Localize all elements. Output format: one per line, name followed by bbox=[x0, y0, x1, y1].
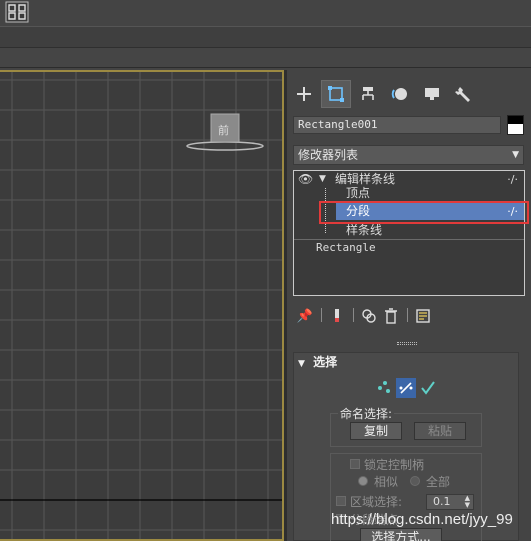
trash-icon bbox=[385, 308, 397, 324]
pin-stack-icon[interactable]: 📌 bbox=[295, 306, 315, 326]
similar-radio[interactable] bbox=[358, 476, 368, 486]
tab-utilities[interactable] bbox=[449, 80, 479, 108]
paste-button[interactable]: 粘贴 bbox=[414, 422, 466, 440]
show-end-result-icon[interactable] bbox=[327, 306, 347, 326]
lock-handles-label: 锁定控制柄 bbox=[364, 458, 425, 472]
stack-row-base-object[interactable]: Rectangle bbox=[294, 239, 524, 256]
tab-hierarchy[interactable] bbox=[353, 80, 383, 108]
base-object-name: Rectangle bbox=[316, 241, 376, 254]
rollout-header[interactable]: ▼ 选择 bbox=[298, 353, 337, 371]
select-by-button[interactable]: 选择方式... bbox=[360, 528, 442, 541]
rollout-divider-grip[interactable] bbox=[397, 342, 417, 345]
collapse-triangle-icon: ▼ bbox=[298, 359, 305, 369]
toolbar-separator bbox=[353, 308, 354, 322]
all-label: 全部 bbox=[426, 475, 451, 489]
spinner-arrows-icon: ▲ ▼ bbox=[464, 494, 470, 509]
make-unique-icon[interactable] bbox=[359, 306, 379, 326]
annotation-highlight-box bbox=[319, 201, 529, 224]
make-unique-glyph bbox=[362, 309, 376, 323]
modifier-stack: 👁 ▼ 编辑样条线 ·/· 顶点 分段 ·/· 样条线 Rectangle bbox=[293, 170, 529, 296]
toolbar-separator bbox=[407, 308, 408, 322]
area-selection-spinner[interactable]: 0.1 ▲ ▼ bbox=[426, 494, 474, 510]
command-panel: Rectangle001 修改器列表 ▼ 👁 ▼ 编辑样条线 ·/· 顶点 分段… bbox=[287, 70, 531, 541]
tab-create[interactable] bbox=[289, 80, 319, 108]
sub-object-spline: 样条线 bbox=[346, 223, 383, 237]
similar-label: 相似 bbox=[374, 475, 399, 489]
motion-icon bbox=[391, 88, 407, 100]
command-panel-tabs bbox=[287, 80, 531, 108]
viewport-front[interactable]: 前 bbox=[0, 70, 284, 541]
main-toolbar bbox=[0, 26, 531, 48]
watermark-text: https://blog.csdn.net/jyy_99 bbox=[331, 511, 513, 528]
viewport-layout-icon[interactable] bbox=[5, 1, 29, 23]
segment-glyph bbox=[399, 382, 413, 394]
named-selection-label: 命名选择: bbox=[338, 405, 395, 422]
sub-object-level-buttons bbox=[374, 378, 444, 398]
dropdown-arrow-icon: ▼ bbox=[512, 150, 519, 160]
lock-handles-checkbox[interactable] bbox=[350, 459, 360, 469]
ribbon-strip bbox=[0, 48, 531, 68]
remove-modifier-trash-icon[interactable] bbox=[381, 306, 401, 326]
create-plus-icon bbox=[297, 87, 311, 101]
hierarchy-icon bbox=[362, 87, 374, 100]
display-icon bbox=[425, 88, 439, 100]
vertex-level-icon[interactable] bbox=[374, 378, 394, 398]
tab-motion[interactable] bbox=[385, 80, 415, 108]
modify-icon bbox=[328, 86, 344, 102]
area-selection-value: 0.1 bbox=[433, 495, 451, 508]
vertex-glyph bbox=[378, 381, 390, 393]
segment-level-icon[interactable] bbox=[396, 378, 416, 398]
toolbar-separator bbox=[321, 308, 322, 322]
modifier-list-dropdown[interactable]: 修改器列表 ▼ bbox=[293, 145, 524, 165]
modifier-list-label: 修改器列表 bbox=[298, 148, 359, 162]
area-selection-label: 区域选择: bbox=[350, 495, 403, 509]
area-selection-checkbox[interactable] bbox=[336, 496, 346, 506]
all-radio[interactable] bbox=[410, 476, 420, 486]
object-name-field[interactable]: Rectangle001 bbox=[293, 116, 501, 134]
stack-row-spline[interactable]: 样条线 bbox=[294, 222, 524, 239]
config-sets-glyph bbox=[416, 309, 430, 323]
end-result-icon bbox=[335, 309, 339, 322]
spline-glyph bbox=[421, 381, 435, 395]
title-strip bbox=[0, 0, 531, 26]
copy-button[interactable]: 复制 bbox=[350, 422, 402, 440]
object-color-swatch[interactable] bbox=[507, 115, 524, 135]
rollout-title: 选择 bbox=[313, 355, 338, 369]
spline-level-icon[interactable] bbox=[418, 378, 438, 398]
viewcube[interactable]: 前 bbox=[185, 112, 267, 152]
configure-modifier-sets-icon[interactable] bbox=[413, 306, 433, 326]
tab-modify[interactable] bbox=[321, 80, 351, 108]
stack-toolbar: 📌 bbox=[293, 306, 525, 326]
viewcube-label: 前 bbox=[218, 124, 229, 137]
tab-display[interactable] bbox=[417, 80, 447, 108]
utilities-wrench-icon bbox=[455, 87, 470, 102]
sub-object-vertex: 顶点 bbox=[346, 186, 371, 200]
stack-row-vertex[interactable]: 顶点 bbox=[294, 185, 524, 202]
